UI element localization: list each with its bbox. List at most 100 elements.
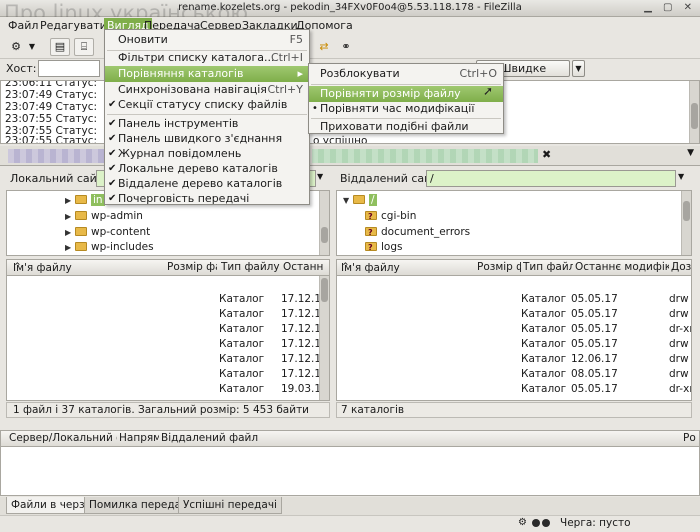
col-modified[interactable]: Остання	[283, 261, 323, 273]
col-filetype[interactable]: Тип файлу	[523, 261, 573, 273]
folder-unknown-icon	[365, 209, 377, 224]
tree-item[interactable]: ▶ wp-content	[65, 225, 150, 240]
remote-status: 7 каталогів	[336, 402, 692, 418]
col-direction[interactable]: Напрям	[119, 432, 159, 444]
menu-item-compare-mtime[interactable]: • Порівняти час модифікації	[309, 101, 503, 117]
table-row[interactable]: public_htmlКаталог12.06.17drw	[339, 352, 691, 367]
remote-tree: ▼/ cgi-bin document_errors logs	[336, 190, 692, 256]
site-manager-icon[interactable]: ⚙	[6, 38, 26, 56]
remote-site-dropdown-icon[interactable]: ▼	[678, 172, 684, 181]
folder-unknown-icon	[365, 240, 377, 255]
view-menu: Оновити F5 Фільтри списку каталога... Ctrl…	[104, 29, 310, 205]
tab-failed-transfers[interactable]: Помилка передач	[84, 497, 193, 514]
server-tab-active-redacted[interactable]	[312, 149, 538, 163]
col-size[interactable]: Ро	[683, 432, 699, 444]
local-list-header: Ім'я файлу ⌃ Розмір фай Тип файлу Останн…	[7, 260, 329, 276]
window-controls[interactable]: ▁ ▢ ✕	[644, 2, 696, 13]
table-row[interactable]: ..	[11, 277, 321, 292]
local-site-dropdown-icon[interactable]: ▼	[317, 172, 323, 181]
tree-item[interactable]: ▶ wp-includes	[65, 240, 154, 255]
folder-icon	[353, 195, 365, 204]
menu-edit[interactable]: Редагувати	[40, 19, 107, 32]
menu-item-message-log[interactable]: ✔ Журнал повідомлень	[105, 146, 309, 162]
table-row[interactable]: logsКаталог05.05.17dr-xr	[339, 322, 691, 337]
menu-item-directory-comparison[interactable]: Порівняння каталогів ▸	[105, 66, 309, 82]
quickconnect-dropdown-icon[interactable]: ▼	[572, 60, 585, 77]
menu-item-remote-tree[interactable]: ✔ Віддалене дерево каталогів	[105, 176, 309, 192]
col-filename[interactable]: Ім'я файлу ⌃	[341, 261, 471, 273]
toggle-tree-icon[interactable]: ⌸	[74, 38, 94, 56]
tabs-dropdown-icon[interactable]: ▼	[687, 148, 694, 158]
col-filename[interactable]: Ім'я файлу ⌃	[13, 261, 163, 273]
remote-site-bar: Віддалений сайт: / ▼	[336, 169, 692, 189]
table-row[interactable]: browser-mainКаталог17.12.18	[11, 322, 323, 337]
table-row[interactable]: agaveКаталог17.12.18	[11, 292, 323, 307]
remote-tree-scrollbar[interactable]	[681, 191, 691, 255]
col-remote-file[interactable]: Віддалений файл	[161, 432, 281, 444]
table-row[interactable]: cgi-binКаталог05.05.17drw	[339, 292, 691, 307]
log-fragment: о успішно	[313, 135, 368, 144]
remote-site-input[interactable]: /	[426, 170, 676, 187]
tree-item[interactable]: ▶ in	[65, 193, 105, 208]
col-filetype[interactable]: Тип файлу	[221, 261, 281, 273]
table-row[interactable]: clementineКаталог17.12.18	[11, 367, 323, 382]
menu-item-transfer-queue[interactable]: ✔ Почерговість передачі	[105, 191, 309, 207]
compare-submenu: Розблокувати Ctrl+O Порівняти розмір файл…	[308, 63, 504, 134]
table-row[interactable]: statsКаталог05.05.17dr-xr	[339, 382, 691, 397]
table-row[interactable]: clipgrabКаталог19.03.19	[11, 382, 323, 397]
toggle-log-icon[interactable]: ▤	[50, 38, 70, 56]
tree-item[interactable]: logs	[365, 240, 402, 255]
col-filesize[interactable]: Розмір ф	[477, 261, 521, 273]
log-row: 23:06:11 Статус:	[5, 80, 98, 89]
check-icon: ✔	[108, 99, 117, 110]
table-row[interactable]: bleachbitКаталог17.12.18	[11, 307, 323, 322]
table-row[interactable]: public_shtmlКаталог08.05.17drw	[339, 367, 691, 382]
folder-icon	[75, 242, 87, 251]
compare-icon[interactable]: ⇄	[314, 38, 334, 56]
menu-item-sync-browsing[interactable]: Синхронізована навігація Ctrl+Y	[105, 82, 309, 98]
queue-status: Черга: пусто	[560, 517, 631, 529]
menu-item-hide-identical[interactable]: Приховати подібні файли	[309, 119, 503, 135]
host-label: Хост:	[6, 62, 37, 75]
close-tab-icon[interactable]: ✖	[542, 148, 551, 161]
queue-header: Сервер/Локальний фаі Напрям Віддалений ф…	[1, 431, 699, 447]
tab-successful-transfers[interactable]: Успішні передачі	[178, 497, 282, 514]
local-site-label: Локальний сайт:	[10, 172, 107, 185]
col-filesize[interactable]: Розмір фай	[167, 261, 217, 273]
menu-file[interactable]: Файл	[8, 19, 38, 32]
site-manager-dropdown-icon[interactable]: ▼	[26, 38, 38, 56]
menu-item-local-tree[interactable]: ✔ Локальне дерево каталогів	[105, 161, 309, 177]
tree-item[interactable]: ▼ /	[343, 193, 377, 208]
log-scrollbar[interactable]	[689, 81, 699, 143]
search-binoculars-icon[interactable]: ⚭	[336, 38, 356, 56]
menu-item-toolbar[interactable]: ✔ Панель інструментів	[105, 116, 309, 132]
tab-queued-files[interactable]: Файли в черзі	[6, 497, 93, 514]
col-server-local[interactable]: Сервер/Локальний фаі	[9, 432, 117, 444]
status-bar: ⚙ Черга: пусто	[0, 515, 700, 532]
table-row[interactable]: browsersКаталог17.12.18	[11, 337, 323, 352]
table-row[interactable]: clawsmailКаталог17.12.18	[11, 352, 323, 367]
led-download-icon	[542, 519, 550, 527]
col-permissions[interactable]: Дозв	[671, 261, 691, 273]
menu-item-enable-compare[interactable]: Розблокувати Ctrl+O	[309, 66, 503, 82]
mouse-cursor-icon: ➚	[483, 84, 494, 98]
menu-item-quickconnect-bar[interactable]: ✔ Панель швидкого з'єднання	[105, 131, 309, 147]
table-row[interactable]: privateКаталог05.05.17drw	[339, 337, 691, 352]
remote-list-header: Ім'я файлу ⌃ Розмір ф Тип файлу Останнє …	[337, 260, 691, 276]
speed-limit-icon[interactable]: ⚙	[518, 517, 527, 528]
col-modified[interactable]: Останнє модифікс	[575, 261, 669, 273]
menu-item-refresh[interactable]: Оновити F5	[105, 32, 309, 48]
local-list-scrollbar[interactable]	[319, 276, 329, 400]
local-tree-scrollbar[interactable]	[319, 191, 329, 255]
host-input[interactable]	[38, 60, 100, 77]
menu-item-compare-size[interactable]: Порівняти розмір файлу	[309, 86, 503, 102]
tree-item[interactable]: cgi-bin	[365, 209, 416, 224]
table-row[interactable]: ..	[339, 277, 691, 292]
menu-item-filelist-status[interactable]: ✔ Секції статусу списку файлів	[105, 97, 309, 113]
table-row[interactable]: document_errorsКаталог05.05.17drw	[339, 307, 691, 322]
tree-item[interactable]: ▶ wp-admin	[65, 209, 143, 224]
tree-item[interactable]: document_errors	[365, 225, 470, 240]
menu-item-filters[interactable]: Фільтри списку каталога... Ctrl+I	[105, 50, 309, 66]
check-icon: ✔	[108, 193, 117, 204]
local-file-list: Ім'я файлу ⌃ Розмір фай Тип файлу Останн…	[6, 259, 330, 401]
